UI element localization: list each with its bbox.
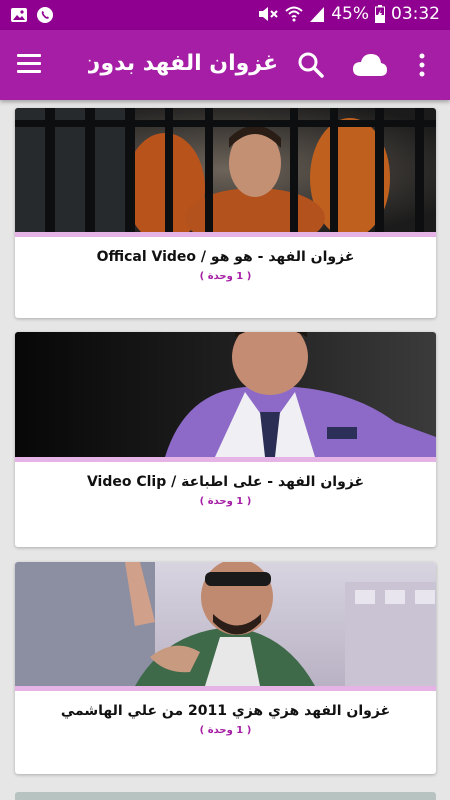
video-count: ( 1 وحدة ) [199,496,252,507]
search-icon[interactable] [296,50,326,80]
status-bar: 45% 03:32 [0,0,450,30]
next-video-card-peek[interactable] [15,792,436,800]
video-count: ( 1 وحدة ) [199,271,252,282]
whatsapp-icon [36,6,54,24]
wifi-icon [285,5,303,23]
menu-icon[interactable] [15,52,45,76]
video-card[interactable]: غزوان الفهد هزي هزي 2011 من علي الهاشمي … [15,562,436,774]
more-icon[interactable] [412,50,432,80]
video-thumbnail[interactable] [15,108,436,232]
video-title: غزوان الفهد هزي هزي 2011 من علي الهاشمي [60,703,391,719]
video-thumbnail[interactable] [15,332,436,457]
battery-icon [375,5,385,23]
card-divider [15,686,436,691]
battery-percent: 45% [331,4,369,24]
video-card[interactable]: غزوان الفهد - هو هو / Offical Video ( 1 … [15,108,436,318]
card-divider [15,457,436,462]
image-icon [10,6,28,24]
card-divider [15,232,436,237]
page-title: غزوان الفهد بدون ... [88,51,278,76]
video-title: غزوان الفهد - هو هو / Offical Video [96,249,355,265]
video-title: غزوان الفهد - على اطباعة / Video Clip [86,474,365,490]
cloud-icon[interactable] [352,52,388,78]
video-card[interactable]: غزوان الفهد - على اطباعة / Video Clip ( … [15,332,436,547]
video-thumbnail[interactable] [15,562,436,686]
app-bar: غزوان الفهد بدون ... [0,30,450,100]
signal-icon [309,5,325,23]
mute-icon [257,5,279,23]
clock: 03:32 [391,4,440,24]
video-count: ( 1 وحدة ) [199,725,252,736]
